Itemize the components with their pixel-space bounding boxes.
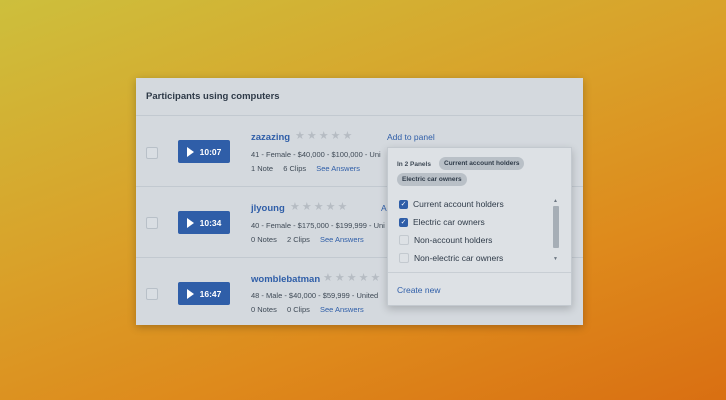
panel-tag[interactable]: Electric car owners bbox=[397, 173, 467, 186]
participant-name[interactable]: womblebatman bbox=[251, 274, 320, 285]
options-scrollbar[interactable]: ▲ ▼ bbox=[553, 198, 559, 264]
participant-demographics: 40 - Female - $175,000 - $199,999 - Uni bbox=[251, 221, 385, 230]
divider bbox=[388, 272, 571, 273]
in-panels-label: In 2 Panels bbox=[397, 161, 431, 168]
add-to-panel-dropdown: In 2 Panels Current account holders Elec… bbox=[387, 147, 572, 306]
participant-demographics: 41 - Female - $40,000 - $100,000 - Uni bbox=[251, 150, 381, 159]
panel-option[interactable]: Non-electric car owners bbox=[399, 253, 503, 263]
star-icon[interactable]: ★ bbox=[314, 202, 324, 213]
play-icon bbox=[186, 217, 194, 228]
panel-option[interactable]: Non-account holders bbox=[399, 235, 492, 245]
star-icon[interactable]: ★ bbox=[359, 273, 369, 284]
participant-meta: 0 Notes 2 Clips See Answers bbox=[251, 235, 372, 244]
video-duration: 16:47 bbox=[199, 288, 222, 299]
checkbox-checked[interactable]: ✓ bbox=[399, 217, 408, 227]
star-icon[interactable]: ★ bbox=[323, 273, 333, 284]
see-answers-link[interactable]: See Answers bbox=[316, 164, 360, 173]
row-checkbox[interactable] bbox=[146, 288, 158, 300]
star-icon[interactable]: ★ bbox=[302, 202, 312, 213]
participant-demographics: 48 - Male - $40,000 - $59,999 - United bbox=[251, 291, 379, 300]
panel-tag[interactable]: Current account holders bbox=[439, 157, 525, 170]
see-answers-link[interactable]: See Answers bbox=[320, 235, 364, 244]
clips-count[interactable]: 6 Clips bbox=[283, 164, 306, 173]
notes-count[interactable]: 0 Notes bbox=[251, 305, 277, 314]
star-icon[interactable]: ★ bbox=[338, 202, 348, 213]
checkbox-unchecked[interactable] bbox=[399, 253, 409, 263]
panel-option[interactable]: ✓ Electric car owners bbox=[399, 217, 485, 227]
clips-count[interactable]: 0 Clips bbox=[287, 305, 310, 314]
star-rating[interactable]: ★ ★ ★ ★ ★ bbox=[323, 273, 380, 284]
star-icon[interactable]: ★ bbox=[326, 202, 336, 213]
play-video-button[interactable]: 10:34 bbox=[178, 211, 230, 234]
star-icon[interactable]: ★ bbox=[347, 273, 357, 284]
play-icon bbox=[186, 288, 194, 299]
play-video-button[interactable]: 16:47 bbox=[178, 282, 230, 305]
add-to-panel-link[interactable]: A bbox=[381, 203, 387, 213]
star-icon[interactable]: ★ bbox=[290, 202, 300, 213]
star-rating[interactable]: ★ ★ ★ ★ ★ bbox=[290, 202, 347, 213]
card-title: Participants using computers bbox=[146, 91, 280, 102]
star-icon[interactable]: ★ bbox=[335, 273, 345, 284]
row-checkbox[interactable] bbox=[146, 147, 158, 159]
star-icon[interactable]: ★ bbox=[319, 131, 329, 142]
star-icon[interactable]: ★ bbox=[331, 131, 341, 142]
panel-option-label: Non-electric car owners bbox=[414, 253, 504, 263]
see-answers-link[interactable]: See Answers bbox=[320, 305, 364, 314]
participant-meta: 0 Notes 0 Clips See Answers bbox=[251, 305, 372, 314]
notes-count[interactable]: 1 Note bbox=[251, 164, 273, 173]
star-icon[interactable]: ★ bbox=[307, 131, 317, 142]
star-icon[interactable]: ★ bbox=[371, 273, 381, 284]
star-rating[interactable]: ★ ★ ★ ★ ★ bbox=[295, 131, 352, 142]
play-icon bbox=[186, 146, 194, 157]
participant-name[interactable]: zazazing bbox=[251, 132, 290, 143]
create-new-panel-link[interactable]: Create new bbox=[397, 285, 440, 295]
panel-option[interactable]: ✓ Current account holders bbox=[399, 199, 504, 209]
star-icon[interactable]: ★ bbox=[343, 131, 353, 142]
panel-option-label: Current account holders bbox=[413, 199, 504, 209]
clips-count[interactable]: 2 Clips bbox=[287, 235, 310, 244]
scroll-up-icon[interactable]: ▲ bbox=[553, 198, 558, 204]
panel-option-label: Non-account holders bbox=[414, 235, 493, 245]
row-checkbox[interactable] bbox=[146, 217, 158, 229]
add-to-panel-link[interactable]: Add to panel bbox=[387, 132, 435, 142]
checkbox-unchecked[interactable] bbox=[399, 235, 409, 245]
panel-option-label: Electric car owners bbox=[413, 217, 485, 227]
participant-meta: 1 Note 6 Clips See Answers bbox=[251, 164, 368, 173]
scroll-down-icon[interactable]: ▼ bbox=[553, 256, 558, 262]
participant-name[interactable]: jlyoung bbox=[251, 203, 285, 214]
play-video-button[interactable]: 10:07 bbox=[178, 140, 230, 163]
check-icon: ✓ bbox=[400, 218, 407, 226]
scrollbar-thumb[interactable] bbox=[553, 206, 559, 248]
checkbox-checked[interactable]: ✓ bbox=[399, 199, 408, 209]
notes-count[interactable]: 0 Notes bbox=[251, 235, 277, 244]
video-duration: 10:34 bbox=[199, 217, 222, 228]
video-duration: 10:07 bbox=[199, 146, 222, 157]
check-icon: ✓ bbox=[400, 200, 407, 208]
star-icon[interactable]: ★ bbox=[295, 131, 305, 142]
